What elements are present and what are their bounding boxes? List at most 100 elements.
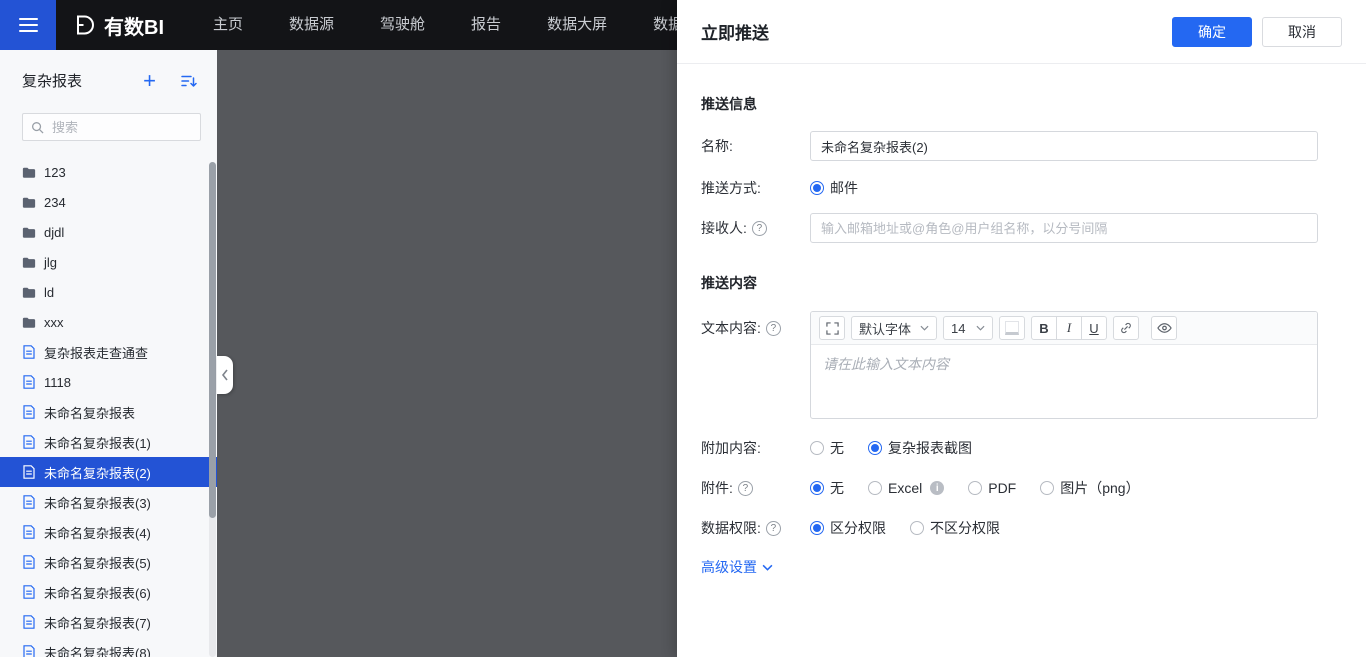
recipients-help-icon[interactable]: ? bbox=[752, 221, 767, 236]
nav-item-2[interactable]: 数据源 bbox=[266, 0, 357, 50]
radio-icon[interactable] bbox=[1040, 481, 1054, 495]
recipients-label: 接收人: bbox=[701, 218, 747, 238]
radio-icon[interactable] bbox=[910, 521, 924, 535]
italic-button[interactable]: I bbox=[1056, 316, 1082, 340]
search-input[interactable] bbox=[50, 119, 192, 136]
confirm-button[interactable]: 确定 bbox=[1172, 17, 1252, 47]
sort-button[interactable] bbox=[180, 73, 197, 89]
radio-icon[interactable] bbox=[868, 481, 882, 495]
radio-option[interactable]: 区分权限 bbox=[810, 518, 886, 538]
recipients-row: 接收人: ? bbox=[701, 213, 1342, 243]
name-label: 名称: bbox=[701, 136, 810, 156]
attachment-help-icon[interactable]: ? bbox=[738, 481, 753, 496]
radio-option[interactable]: 无 bbox=[810, 478, 844, 498]
radio-label: 无 bbox=[830, 438, 844, 458]
folder-icon bbox=[22, 196, 36, 209]
menu-button[interactable] bbox=[0, 0, 56, 50]
app-window: 有数BI 主页数据源驾驶舱报告数据大屏数据门户 复杂报表 + 123234djd… bbox=[0, 0, 1366, 657]
nav-item-5[interactable]: 数据大屏 bbox=[524, 0, 630, 50]
tree-item-label: 234 bbox=[44, 195, 66, 210]
top-nav: 主页数据源驾驶舱报告数据大屏数据门户 bbox=[190, 0, 736, 50]
tree-item[interactable]: 1118 bbox=[0, 367, 217, 397]
radio-label: Excel bbox=[888, 480, 922, 496]
nav-item-4[interactable]: 报告 bbox=[448, 0, 524, 50]
extra-content-options: 无 复杂报表截图 bbox=[810, 438, 996, 458]
font-size-value: 14 bbox=[951, 321, 965, 336]
fullscreen-icon bbox=[826, 322, 839, 335]
extra-content-row: 附加内容: 无复杂报表截图 bbox=[701, 433, 1342, 463]
radio-checked-icon[interactable] bbox=[810, 181, 824, 195]
radio-option[interactable]: 图片（png） bbox=[1040, 478, 1139, 498]
recipients-input[interactable] bbox=[810, 213, 1318, 243]
folder-icon bbox=[22, 166, 36, 179]
radio-label: 复杂报表截图 bbox=[888, 438, 972, 458]
font-size-select[interactable]: 14 bbox=[943, 316, 993, 340]
file-icon bbox=[22, 525, 36, 539]
nav-item-3[interactable]: 驾驶舱 bbox=[357, 0, 448, 50]
insert-link-button[interactable] bbox=[1113, 316, 1139, 340]
tree-item-label: 未命名复杂报表(3) bbox=[44, 493, 151, 512]
bold-button[interactable]: B bbox=[1031, 316, 1057, 340]
sidebar-collapse-button[interactable] bbox=[217, 356, 233, 394]
sidebar-scrollbar[interactable] bbox=[209, 162, 216, 657]
file-icon bbox=[22, 495, 36, 509]
sort-icon bbox=[180, 73, 197, 89]
tree-item[interactable]: 未命名复杂报表(1) bbox=[0, 427, 217, 457]
font-family-select[interactable]: 默认字体 bbox=[851, 316, 937, 340]
eye-icon bbox=[1157, 322, 1172, 334]
tree-item[interactable]: xxx bbox=[0, 307, 217, 337]
tree-item[interactable]: 复杂报表走查通查 bbox=[0, 337, 217, 367]
tree-item-label: 未命名复杂报表(1) bbox=[44, 433, 151, 452]
folder-icon bbox=[22, 226, 36, 239]
radio-checked-icon[interactable] bbox=[810, 481, 824, 495]
text-content-area[interactable]: 请在此输入文本内容 bbox=[811, 345, 1317, 418]
font-family-value: 默认字体 bbox=[859, 319, 911, 338]
tree-item[interactable]: 234 bbox=[0, 187, 217, 217]
preview-button[interactable] bbox=[1151, 316, 1177, 340]
tree-item[interactable]: 123 bbox=[0, 157, 217, 187]
tree-item-label: 未命名复杂报表 bbox=[44, 403, 135, 422]
radio-checked-icon[interactable] bbox=[868, 441, 882, 455]
hamburger-icon bbox=[19, 18, 38, 32]
tree-item[interactable]: 未命名复杂报表(5) bbox=[0, 547, 217, 577]
nav-item-1[interactable]: 主页 bbox=[190, 0, 266, 50]
radio-option[interactable]: PDF bbox=[968, 480, 1016, 496]
tree-item[interactable]: 未命名复杂报表(3) bbox=[0, 487, 217, 517]
radio-checked-icon[interactable] bbox=[810, 521, 824, 535]
fullscreen-button[interactable] bbox=[819, 316, 845, 340]
drawer-header: 立即推送 确定 取消 bbox=[677, 0, 1366, 64]
add-report-button[interactable]: + bbox=[143, 72, 156, 90]
radio-icon[interactable] bbox=[810, 441, 824, 455]
tree-item[interactable]: 未命名复杂报表(2) bbox=[0, 457, 217, 487]
text-content-help-icon[interactable]: ? bbox=[766, 321, 781, 336]
radio-option[interactable]: 不区分权限 bbox=[910, 518, 1000, 538]
radio-label: 邮件 bbox=[830, 178, 858, 198]
permission-help-icon[interactable]: ? bbox=[766, 521, 781, 536]
scrollbar-thumb[interactable] bbox=[209, 162, 216, 518]
radio-option[interactable]: 复杂报表截图 bbox=[868, 438, 972, 458]
tree-item[interactable]: 未命名复杂报表 bbox=[0, 397, 217, 427]
tree-item[interactable]: djdl bbox=[0, 217, 217, 247]
radio-option[interactable]: 无 bbox=[810, 438, 844, 458]
section-push-info: 推送信息 bbox=[701, 94, 1342, 114]
tree-item[interactable]: jlg bbox=[0, 247, 217, 277]
app-logo[interactable]: 有数BI bbox=[72, 11, 164, 40]
radio-label: 无 bbox=[830, 478, 844, 498]
folder-icon bbox=[22, 286, 36, 299]
underline-button[interactable]: U bbox=[1081, 316, 1107, 340]
tree-item[interactable]: 未命名复杂报表(8) bbox=[0, 637, 217, 657]
tree-item[interactable]: 未命名复杂报表(4) bbox=[0, 517, 217, 547]
name-input[interactable] bbox=[810, 131, 1318, 161]
tree-item[interactable]: 未命名复杂报表(7) bbox=[0, 607, 217, 637]
font-color-button[interactable] bbox=[999, 316, 1025, 340]
radio-option[interactable]: Exceli bbox=[868, 480, 944, 496]
radio-option[interactable]: 邮件 bbox=[810, 178, 858, 198]
tree-item[interactable]: ld bbox=[0, 277, 217, 307]
attachment-row: 附件: ? 无ExceliPDF图片（png） bbox=[701, 473, 1342, 503]
search-box[interactable] bbox=[22, 113, 201, 141]
cancel-button[interactable]: 取消 bbox=[1262, 17, 1342, 47]
radio-icon[interactable] bbox=[968, 481, 982, 495]
tree-item-label: 复杂报表走查通查 bbox=[44, 343, 148, 362]
tree-item[interactable]: 未命名复杂报表(6) bbox=[0, 577, 217, 607]
advanced-settings-link[interactable]: 高级设置 bbox=[701, 557, 773, 577]
